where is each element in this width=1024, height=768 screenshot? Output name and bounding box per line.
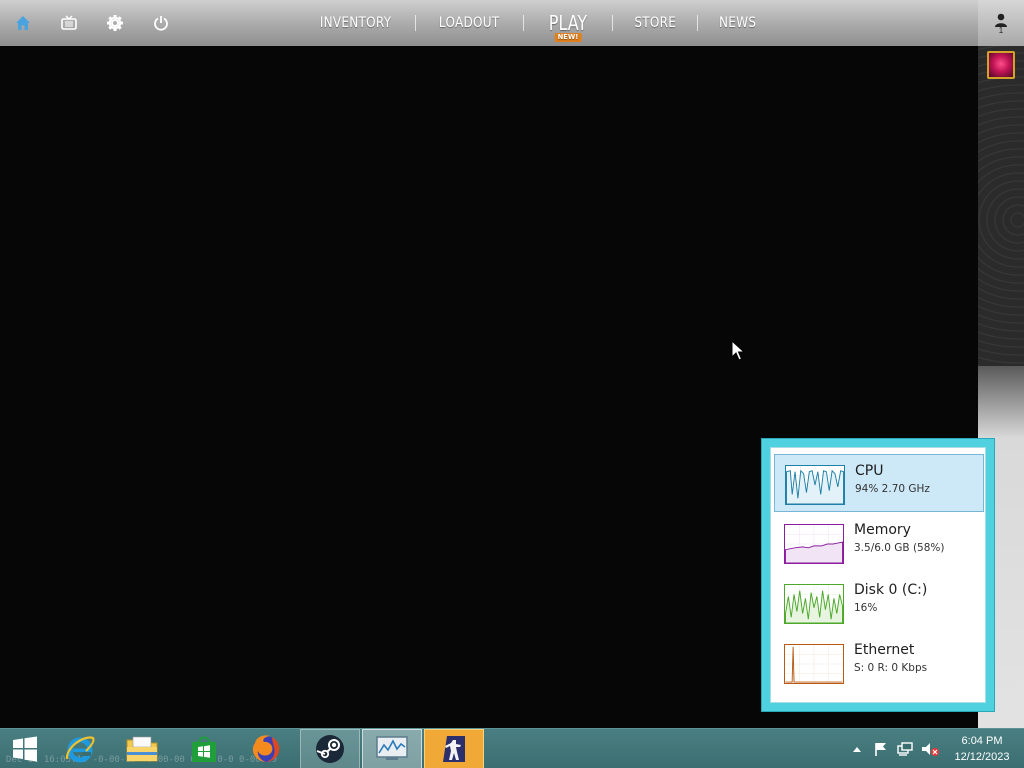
nav-divider bbox=[522, 15, 524, 31]
nav-inventory[interactable]: INVENTORY bbox=[308, 15, 404, 31]
nav-divider bbox=[415, 15, 417, 31]
disk-graph bbox=[784, 584, 844, 624]
nav-loadout[interactable]: LOADOUT bbox=[427, 15, 512, 31]
nav-store[interactable]: STORE bbox=[622, 15, 688, 31]
taskbar-store[interactable] bbox=[174, 729, 234, 768]
taskbar-internet-explorer[interactable] bbox=[50, 729, 110, 768]
power-icon[interactable] bbox=[148, 10, 174, 36]
chevron-up-icon bbox=[853, 747, 861, 752]
network-icon bbox=[897, 742, 913, 756]
game-top-nav: INVENTORY LOADOUT PLAY NEW! STORE NEWS bbox=[0, 0, 1024, 46]
tm-subtitle: 16% bbox=[854, 602, 878, 614]
taskbar: Dec 11 16:05:15 -0-00-15- 0-00-00 0-14:0… bbox=[0, 728, 1024, 768]
taskbar-file-explorer[interactable] bbox=[112, 729, 172, 768]
tm-row-disk[interactable]: Disk 0 (C:) 16% bbox=[774, 574, 984, 632]
nav-news[interactable]: NEWS bbox=[707, 15, 768, 31]
windows-logo-icon bbox=[13, 736, 37, 762]
cpu-graph bbox=[785, 465, 845, 505]
volume-button[interactable] bbox=[918, 729, 942, 768]
firefox-icon bbox=[252, 735, 280, 762]
show-hidden-icons-button[interactable] bbox=[848, 729, 866, 768]
main-nav: INVENTORY LOADOUT PLAY NEW! STORE NEWS bbox=[300, 0, 773, 46]
nav-play[interactable]: PLAY NEW! bbox=[536, 11, 600, 42]
player-avatar[interactable] bbox=[987, 51, 1015, 79]
steam-icon bbox=[316, 735, 344, 763]
memory-graph bbox=[784, 524, 844, 564]
ethernet-graph bbox=[784, 644, 844, 684]
new-badge: NEW! bbox=[554, 33, 581, 42]
home-icon[interactable] bbox=[10, 10, 36, 36]
folder-icon bbox=[126, 736, 158, 762]
friends-count: 1 bbox=[998, 25, 1004, 35]
tm-subtitle: 94% 2.70 GHz bbox=[855, 483, 930, 495]
tm-row-cpu[interactable]: CPU 94% 2.70 GHz bbox=[774, 454, 984, 512]
tm-subtitle: 3.5/6.0 GB (58%) bbox=[854, 542, 945, 554]
tm-row-ethernet[interactable]: Ethernet S: 0 R: 0 Kbps bbox=[774, 634, 984, 692]
tm-title: CPU bbox=[855, 463, 884, 479]
task-manager-icon bbox=[376, 736, 408, 760]
desktop: INVENTORY LOADOUT PLAY NEW! STORE NEWS 1 bbox=[0, 0, 1024, 768]
clock-date: 12/12/2023 bbox=[954, 751, 1010, 763]
tm-title: Memory bbox=[854, 522, 911, 538]
tm-subtitle: S: 0 R: 0 Kbps bbox=[854, 662, 928, 674]
network-status-button[interactable] bbox=[894, 729, 918, 768]
mouse-cursor-icon bbox=[731, 340, 745, 361]
task-manager-list: CPU 94% 2.70 GHz Memory 3.5/6.0 GB (58%)… bbox=[770, 447, 986, 703]
internet-explorer-icon bbox=[65, 736, 95, 763]
tv-icon[interactable] bbox=[56, 10, 82, 36]
nav-play-label: PLAY bbox=[548, 11, 587, 35]
friends-button[interactable]: 1 bbox=[978, 0, 1024, 46]
tm-row-memory[interactable]: Memory 3.5/6.0 GB (58%) bbox=[774, 514, 984, 572]
clock-time: 6:04 PM bbox=[961, 735, 1003, 747]
taskbar-task-manager[interactable] bbox=[362, 729, 422, 768]
taskbar-clock[interactable]: 6:04 PM 12/12/2023 bbox=[946, 733, 1018, 765]
taskbar-steam[interactable] bbox=[300, 729, 360, 768]
action-center-button[interactable] bbox=[870, 729, 892, 768]
nav-divider bbox=[697, 15, 699, 31]
tm-title: Ethernet bbox=[854, 642, 915, 658]
speaker-muted-icon bbox=[922, 743, 939, 756]
start-button[interactable] bbox=[0, 729, 50, 768]
counter-strike-icon bbox=[437, 732, 471, 766]
taskbar-firefox[interactable] bbox=[236, 729, 296, 768]
nav-divider bbox=[611, 15, 613, 31]
store-bag-icon bbox=[192, 736, 216, 762]
nav-left-icons bbox=[10, 10, 194, 36]
tm-title: Disk 0 (C:) bbox=[854, 582, 928, 598]
task-manager-summary[interactable]: CPU 94% 2.70 GHz Memory 3.5/6.0 GB (58%)… bbox=[761, 438, 995, 712]
flag-icon bbox=[875, 743, 886, 756]
taskbar-counter-strike[interactable] bbox=[424, 729, 484, 768]
settings-gear-icon[interactable] bbox=[102, 10, 128, 36]
